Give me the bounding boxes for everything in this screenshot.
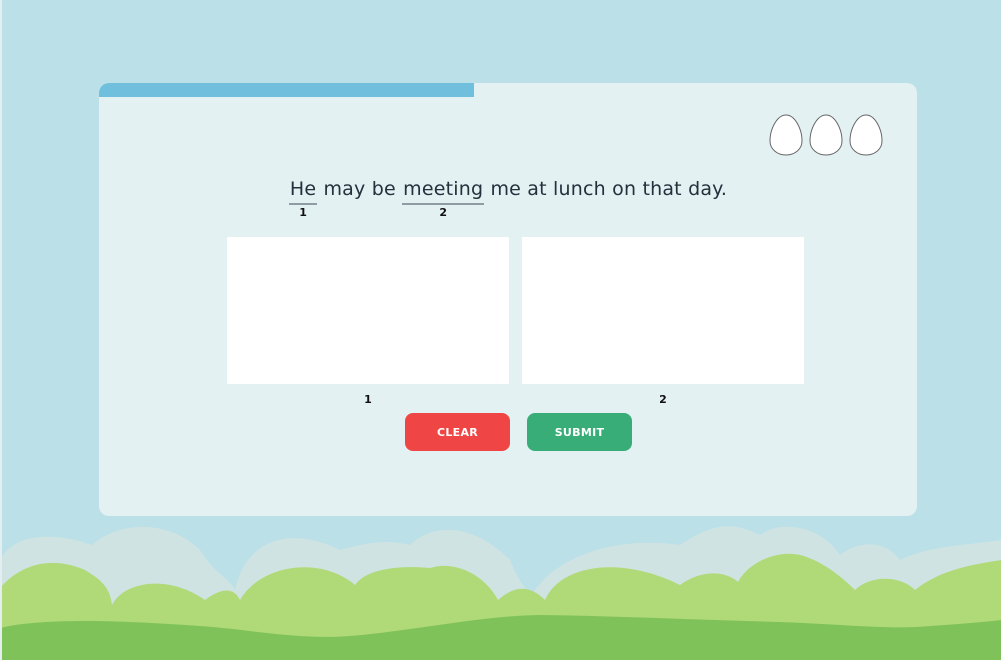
answer-slot: 1	[227, 237, 509, 406]
target-word-text: meeting	[403, 178, 484, 200]
game-card: He 1 may be meeting 2 me at lunch on that …	[99, 83, 917, 516]
target-word: meeting 2	[402, 177, 485, 219]
answer-drop-box[interactable]	[522, 237, 804, 384]
answer-slot: 2	[522, 237, 804, 406]
action-buttons: CLEAR SUBMIT	[405, 413, 633, 451]
progress-fill	[99, 83, 475, 97]
lives-indicator	[769, 113, 887, 157]
answer-drop-box[interactable]	[227, 237, 509, 384]
egg-icon	[809, 114, 843, 156]
egg-icon	[849, 114, 883, 156]
answer-box-label: 2	[659, 393, 667, 406]
target-word-index: 1	[299, 206, 307, 219]
sentence-text: may be	[317, 178, 403, 200]
progress-bar	[99, 83, 917, 97]
target-word-index: 2	[439, 206, 447, 219]
egg-icon	[769, 114, 803, 156]
left-window-edge	[0, 0, 2, 660]
target-word: He 1	[288, 177, 318, 219]
sentence-text: me at lunch on that day.	[484, 178, 728, 200]
submit-button[interactable]: SUBMIT	[527, 413, 632, 451]
answer-box-label: 1	[364, 393, 372, 406]
clear-button[interactable]: CLEAR	[405, 413, 510, 451]
target-word-text: He	[289, 178, 317, 200]
answer-area: 12	[227, 237, 805, 406]
sentence-prompt: He 1 may be meeting 2 me at lunch on that …	[99, 173, 917, 219]
